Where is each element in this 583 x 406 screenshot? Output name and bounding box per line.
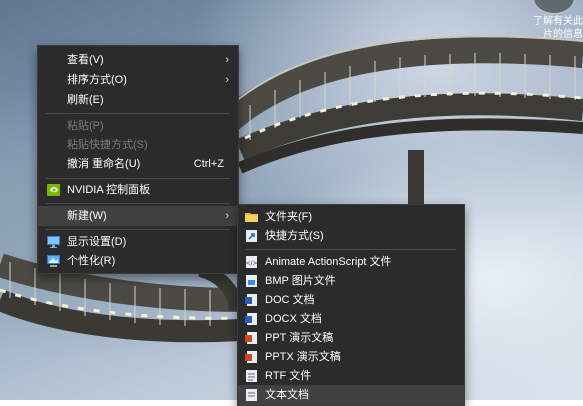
rtf-file-icon [246,370,257,382]
menu-item-label: NVIDIA 控制面板 [67,184,151,196]
menu-item-label: BMP 图片文件 [265,275,336,287]
chevron-right-icon: › [225,210,229,222]
menu-separator [46,178,230,179]
menu-item-label: 撤消 重命名(U) [67,158,141,170]
menu-item-sort-by[interactable]: 排序方式(O) › [38,70,238,90]
nvidia-icon [47,184,60,196]
menu-separator [46,113,230,114]
submenu-item-actionscript-file[interactable]: </> Animate ActionScript 文件 [238,252,464,272]
menu-item-label: 显示设置(D) [67,236,127,248]
menu-item-label: 粘贴(P) [67,120,104,132]
submenu-item-docx-file[interactable]: DOCX 文档 [238,309,464,329]
svg-text:</>: </> [245,260,257,267]
doc-file-icon [245,294,257,306]
pptx-file-icon [245,351,257,363]
ppt-file-icon [245,332,257,344]
camera-icon[interactable] [533,0,575,14]
menu-item-label: 排序方式(O) [67,74,127,86]
menu-item-label: 快捷方式(S) [265,230,324,242]
chevron-right-icon: › [225,74,229,86]
menu-item-label: RTF 文件 [265,370,312,382]
chevron-right-icon: › [225,54,229,66]
menu-item-view[interactable]: 查看(V) › [38,50,238,70]
wallpaper-info-tooltip[interactable]: 了解有关此 片的信息 [513,0,583,44]
text-file-icon [246,389,257,401]
menu-item-shortcut: Ctrl+Z [193,158,224,170]
menu-item-label: 文件夹(F) [265,211,313,223]
new-submenu: 文件夹(F) 快捷方式(S) </> Animate ActionScript … [237,204,465,406]
menu-item-label: 刷新(E) [67,94,104,106]
menu-item-personalize[interactable]: 个性化(R) [38,251,238,271]
menu-item-label: DOCX 文档 [265,313,322,325]
shortcut-icon [246,230,257,242]
menu-item-label: PPT 演示文稿 [265,332,334,344]
desktop-context-menu: 查看(V) › 排序方式(O) › 刷新(E) 粘贴(P) 粘贴快捷方式(S) … [37,45,239,274]
menu-item-new[interactable]: 新建(W) › [38,206,238,226]
wallpaper-info-line1: 了解有关此 [533,16,583,27]
wallpaper-info-line2: 片的信息 [543,29,583,40]
submenu-item-bmp-file[interactable]: BMP 图片文件 [238,271,464,291]
menu-item-label: 粘贴快捷方式(S) [67,139,148,151]
menu-item-paste-shortcut: 粘贴快捷方式(S) [38,135,238,155]
menu-item-paste: 粘贴(P) [38,116,238,136]
menu-item-display-settings[interactable]: 显示设置(D) [38,232,238,252]
menu-item-label: DOC 文档 [265,294,315,306]
menu-item-label: Animate ActionScript 文件 [265,256,392,268]
docx-file-icon [245,313,257,325]
display-settings-icon [47,236,60,248]
menu-item-label: 个性化(R) [67,255,116,267]
menu-item-label: 新建(W) [67,210,107,222]
bmp-file-icon [246,275,257,287]
menu-item-nvidia-control-panel[interactable]: NVIDIA 控制面板 [38,180,238,200]
personalize-icon [47,255,60,267]
actionscript-file-icon: </> [245,256,258,268]
menu-item-undo-rename[interactable]: 撤消 重命名(U) Ctrl+Z [38,154,238,174]
folder-icon [245,213,258,222]
menu-item-label: PPTX 演示文稿 [265,351,341,363]
menu-separator [46,203,230,204]
menu-item-label: 查看(V) [67,54,104,66]
submenu-item-pptx-file[interactable]: PPTX 演示文稿 [238,347,464,367]
submenu-item-shortcut[interactable]: 快捷方式(S) [238,226,464,246]
menu-item-label: 文本文档 [265,389,309,401]
submenu-item-ppt-file[interactable]: PPT 演示文稿 [238,328,464,348]
submenu-item-rtf-file[interactable]: RTF 文件 [238,366,464,386]
submenu-item-folder[interactable]: 文件夹(F) [238,207,464,227]
menu-separator [246,249,456,250]
menu-separator [46,229,230,230]
menu-item-refresh[interactable]: 刷新(E) [38,90,238,110]
submenu-item-doc-file[interactable]: DOC 文档 [238,290,464,310]
submenu-item-text-document[interactable]: 文本文档 [238,385,464,405]
